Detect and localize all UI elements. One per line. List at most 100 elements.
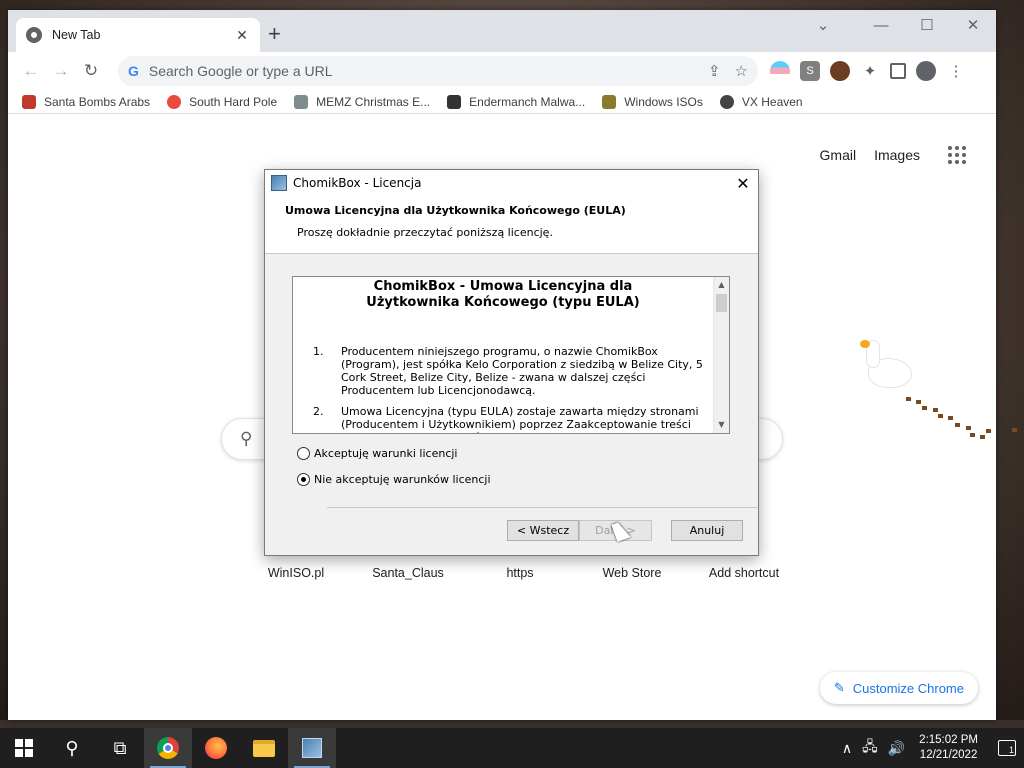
tab-new-tab[interactable]: New Tab ✕ — [16, 18, 260, 52]
shortcut-item[interactable]: Santa_Claus — [352, 566, 464, 580]
new-tab-button[interactable]: + — [268, 23, 281, 45]
bookmark-item[interactable]: Santa Bombs Arabs — [22, 94, 150, 109]
vx-heaven-icon — [719, 94, 734, 109]
add-shortcut[interactable]: Add shortcut — [688, 566, 800, 580]
memz-icon — [294, 94, 309, 109]
dialog-header-title: Umowa Licencyjna dla Użytkownika Końcowe… — [285, 204, 626, 217]
reload-button[interactable]: ↻ — [76, 61, 106, 81]
images-link[interactable]: Images — [874, 147, 920, 163]
bookmark-item[interactable]: Windows ISOs — [602, 94, 703, 109]
radio-accept-circle[interactable] — [297, 447, 310, 460]
scroll-thumb[interactable] — [716, 294, 727, 312]
dialog-header-subtitle: Proszę dokładnie przeczytać poniższą lic… — [297, 226, 553, 239]
eula-clause: 1. Producentem niniejszego programu, o n… — [313, 345, 703, 397]
maximize-button[interactable]: ☐ — [904, 16, 950, 36]
scroll-down-icon[interactable]: ▼ — [714, 417, 729, 433]
tab-title: New Tab — [52, 28, 101, 42]
flag-extension-icon[interactable] — [770, 61, 790, 81]
google-g-icon: G — [128, 63, 139, 79]
menu-kebab-icon[interactable]: ⋮ — [946, 61, 966, 81]
omnibox[interactable]: G ⇪ ☆ — [118, 56, 758, 86]
radio-accept[interactable]: Akceptuję warunki licencji — [297, 447, 457, 460]
cancel-button[interactable]: Anuluj — [671, 520, 743, 541]
eula-textbox[interactable]: ChomikBox - Umowa Licencyjna dla Użytkow… — [292, 276, 730, 434]
radio-decline[interactable]: Nie akceptuję warunków licencji — [297, 473, 491, 486]
tray-overflow-icon[interactable]: ∧ — [842, 740, 852, 757]
avatar-extension-icon[interactable] — [830, 61, 850, 81]
system-tray: ∧ 🖧 🔊 2:15:02 PM 12/21/2022 1 — [842, 728, 1024, 768]
scroll-up-icon[interactable]: ▲ — [714, 277, 729, 293]
chrome-favicon-icon — [26, 27, 42, 43]
eula-content: ChomikBox - Umowa Licencyjna dla Użytkow… — [293, 277, 713, 433]
taskbar-file-explorer[interactable] — [240, 728, 288, 768]
search-icon: ⚲ — [240, 429, 253, 448]
folder-icon — [253, 739, 275, 757]
volume-icon[interactable]: 🔊 — [888, 740, 905, 757]
gmail-link[interactable]: Gmail — [820, 147, 857, 163]
pencil-icon: ✎ — [833, 680, 845, 695]
shortcut-item[interactable]: WinISO.pl — [240, 566, 352, 580]
window-controls: ⌄ — ☐ ✕ — [817, 16, 996, 36]
dialog-header: Umowa Licencyjna dla Użytkownika Końcowe… — [265, 196, 758, 254]
taskbar-installer[interactable] — [288, 728, 336, 768]
firefox-icon — [205, 737, 227, 759]
back-button[interactable]: < Wstecz — [507, 520, 579, 541]
installer-icon — [271, 175, 287, 191]
bookmark-star-icon[interactable]: ☆ — [735, 62, 748, 80]
network-icon[interactable]: 🖧 — [862, 736, 878, 760]
radio-decline-label: Nie akceptuję warunków licencji — [314, 473, 491, 486]
dialog-close-icon[interactable]: ✕ — [728, 174, 758, 193]
share-icon[interactable]: ⇪ — [708, 62, 721, 80]
profile-icon[interactable] — [916, 61, 936, 81]
taskbar-firefox[interactable] — [192, 728, 240, 768]
shortcut-item[interactable]: https — [464, 566, 576, 580]
chrome-icon — [157, 737, 179, 759]
google-apps-icon[interactable] — [948, 146, 966, 164]
s-extension-icon[interactable]: S — [800, 61, 820, 81]
start-button[interactable] — [0, 728, 48, 768]
eula-clause: 2. Umowa Licencyjna (typu EULA) zostaje … — [313, 405, 699, 433]
taskbar-chrome[interactable] — [144, 728, 192, 768]
windows-isos-icon — [602, 94, 617, 109]
santa-icon — [22, 94, 36, 109]
snowflake-icon — [167, 94, 182, 109]
shortcut-item[interactable]: Web Store — [576, 566, 688, 580]
radio-decline-circle[interactable] — [297, 473, 310, 486]
minimize-button[interactable]: — — [858, 16, 904, 36]
dialog-title: ChomikBox - Licencja — [293, 176, 422, 190]
clock[interactable]: 2:15:02 PM 12/21/2022 — [919, 733, 978, 763]
installer-icon — [302, 738, 322, 758]
bookmark-item[interactable]: Endermanch Malwa... — [447, 94, 585, 109]
license-dialog: ChomikBox - Licencja ✕ Umowa Licencyjna … — [264, 169, 759, 556]
bookmarks-bar: Santa Bombs Arabs South Hard Pole MEMZ C… — [8, 90, 996, 114]
customize-chrome-button[interactable]: ✎ Customize Chrome — [819, 672, 978, 704]
ntp-top-links: Gmail Images — [820, 146, 966, 164]
enderman-icon — [447, 94, 462, 109]
tab-search-chevron-icon[interactable]: ⌄ — [808, 16, 838, 36]
eula-scrollbar[interactable]: ▲ ▼ — [713, 277, 729, 433]
omnibox-input[interactable] — [148, 63, 694, 79]
forward-button[interactable]: → — [46, 61, 76, 81]
extensions-bar: S ✦ ⋮ — [770, 61, 966, 81]
side-panel-icon[interactable] — [890, 63, 906, 79]
bookmark-item[interactable]: South Hard Pole — [167, 94, 277, 109]
bookmark-item[interactable]: VX Heaven — [719, 94, 803, 109]
taskbar: ⚲ ⧉ ∧ 🖧 🔊 2:15:02 PM 12/21/2022 1 — [0, 728, 1024, 768]
shortcuts-row: WinISO.pl Santa_Claus https Web Store Ad… — [240, 566, 800, 580]
notification-center-icon[interactable]: 1 — [998, 740, 1016, 756]
tab-close-icon[interactable]: ✕ — [234, 27, 250, 44]
customize-chrome-label: Customize Chrome — [852, 680, 964, 696]
windows-logo-icon — [15, 739, 33, 757]
puzzle-extensions-icon[interactable]: ✦ — [860, 61, 880, 81]
close-window-button[interactable]: ✕ — [950, 16, 996, 36]
clock-date: 12/21/2022 — [919, 749, 978, 761]
browser-toolbar: ← → ↻ G ⇪ ☆ S ✦ ⋮ — [8, 52, 996, 90]
bookmark-item[interactable]: MEMZ Christmas E... — [294, 94, 430, 109]
clock-time: 2:15:02 PM — [919, 734, 978, 746]
eula-title: ChomikBox - Umowa Licencyjna dla Użytkow… — [366, 279, 640, 310]
task-view-icon[interactable]: ⧉ — [96, 728, 144, 768]
radio-accept-label: Akceptuję warunki licencji — [314, 447, 458, 460]
back-button[interactable]: ← — [16, 61, 46, 81]
dialog-titlebar: ChomikBox - Licencja ✕ — [265, 170, 758, 196]
taskbar-search-icon[interactable]: ⚲ — [48, 728, 96, 768]
